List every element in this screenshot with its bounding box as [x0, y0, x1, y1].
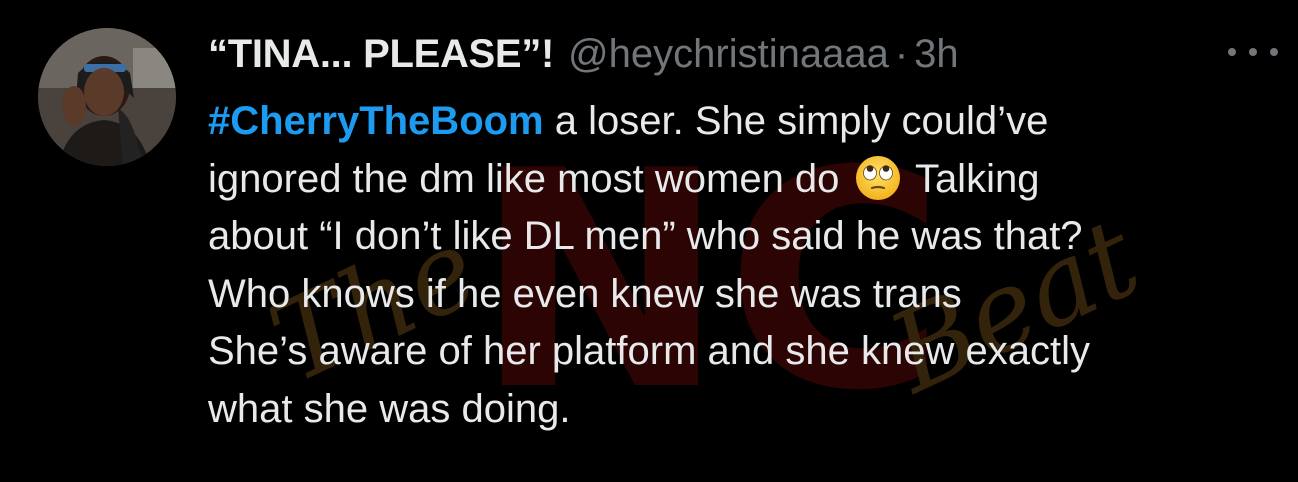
- text-segment: Talking: [904, 156, 1040, 201]
- hashtag-link[interactable]: #CherryTheBoom: [208, 99, 544, 143]
- text-line: Who knows if he even knew she was trans: [208, 271, 962, 316]
- user-handle[interactable]: @heychristinaaaa: [568, 32, 889, 77]
- separator-dot: ·: [894, 31, 909, 76]
- text-line: #CherryTheBoom a loser. She simply could…: [208, 93, 1288, 151]
- more-options-icon[interactable]: [1228, 40, 1278, 64]
- tweet-card: NC The Beat “TINA... PLEASE”! @heychrist…: [0, 0, 1298, 482]
- tweet-text: #CherryTheBoom a loser. She simply could…: [208, 93, 1288, 438]
- tweet-header: “TINA... PLEASE”! @heychristinaaaa · 3h: [208, 28, 959, 80]
- display-name[interactable]: “TINA... PLEASE”!: [208, 32, 554, 77]
- text-line: ignored the dm like most women do Talkin…: [208, 151, 1288, 209]
- text-line: She’s aware of her platform and she knew…: [208, 329, 1090, 373]
- timestamp[interactable]: 3h: [914, 32, 959, 77]
- eye-roll-emoji-icon: [855, 155, 901, 201]
- avatar[interactable]: [38, 28, 176, 166]
- text-segment: a loser. She simply could’ve: [543, 99, 1049, 143]
- text-line: what she was doing.: [208, 386, 571, 431]
- text-line: about “I don’t like DL men” who said he …: [208, 214, 1083, 258]
- text-segment: ignored the dm like most women do: [208, 156, 851, 201]
